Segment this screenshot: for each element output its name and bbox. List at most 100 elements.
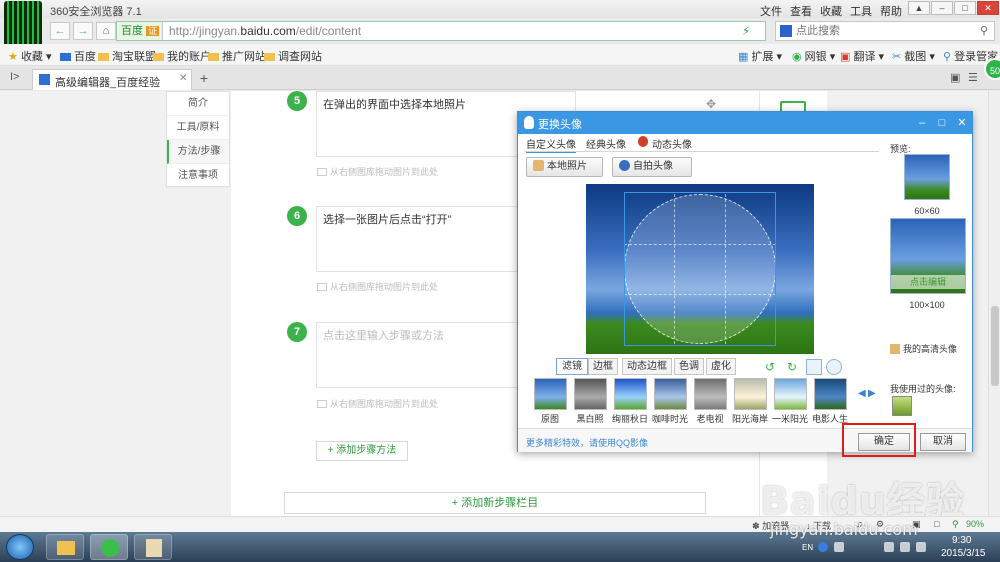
url-domain: baidu.com [240,24,296,38]
search-input[interactable] [796,23,976,39]
tab-blur[interactable]: 虚化 [706,358,736,375]
toolbar-extensions[interactable]: ▦ 扩展 ▾ [738,48,782,64]
add-step-method-button[interactable]: + 添加步骤方法 [316,441,408,461]
tab-border[interactable]: 边框 [588,358,618,375]
dialog-maximize-icon[interactable]: □ [934,115,950,131]
menu-file[interactable]: 文件 [760,3,782,19]
url-text[interactable]: http://jingyan.baidu.com/edit/content [169,24,361,38]
menu-view[interactable]: 查看 [790,3,812,19]
new-tab-button[interactable]: + [196,71,212,87]
accelerator-icon: ✽ [752,521,760,531]
scroll-right-icon[interactable]: ▶ [868,388,876,399]
dialog-minimize-icon[interactable]: – [914,115,930,131]
maximize-button[interactable]: □ [954,1,976,15]
bookmark-promo[interactable]: 推广网站 [208,48,266,64]
tab-filter[interactable]: 滤镜 [556,358,588,375]
add-step-section-button[interactable]: + 添加新步骤栏目 [284,492,706,514]
filter-thumb-autumn[interactable] [614,378,647,410]
taskbar-document[interactable] [134,534,172,560]
search-box[interactable]: ⚲ [775,21,995,41]
tab-animated-border[interactable]: 动态边框 [622,358,672,375]
menu-tools[interactable]: 工具 [850,3,872,19]
tab-close-icon[interactable]: ✕ [179,73,187,84]
hd-avatar-link[interactable]: 我的高清头像 [890,342,957,355]
click-edit-label[interactable]: 点击编辑 [891,275,965,289]
local-photo-button[interactable]: 本地照片 [526,157,603,177]
phone-icon[interactable] [884,542,894,552]
nav-notes[interactable]: 注意事项 [167,164,229,188]
taskbar-explorer[interactable] [46,534,84,560]
square-crop-icon[interactable] [806,359,822,375]
rotate-left-icon[interactable]: ↺ [762,359,778,375]
filter-thumb-oldtv[interactable] [694,378,727,410]
clock-date[interactable]: 2015/3/15 [941,548,986,559]
input-language[interactable]: EN [802,543,813,552]
cancel-button[interactable]: 取消 [920,433,966,451]
crop-selection-box[interactable] [624,192,776,346]
start-button[interactable] [6,534,34,560]
tab-editor[interactable]: 高级编辑器_百度经验 ✕ [32,69,192,90]
filter-thumb-sunlight[interactable] [774,378,807,410]
bookmark-survey[interactable]: 调查网站 [264,48,322,64]
filter-thumb-coffee[interactable] [654,378,687,410]
skin-icon[interactable]: ▲ [908,1,930,15]
move-icon[interactable]: ✥ [706,97,716,111]
forward-button[interactable]: → [73,22,93,40]
clock-time[interactable]: 9:30 [952,535,971,546]
selfie-button[interactable]: 自拍头像 [612,157,692,177]
window-icon[interactable]: □ [934,519,939,529]
nav-intro[interactable]: 简介 [167,92,229,116]
zoom-level[interactable]: 90% [966,519,984,529]
site-identity-badge[interactable]: 百度 证 [117,22,163,40]
toolbar-screenshot[interactable]: ✂ 截图 ▾ [892,48,935,64]
filter-thumb-sunny-coast[interactable] [734,378,767,410]
speed-badge[interactable]: 50 [984,58,1000,80]
bookmark-account[interactable]: 我的账户 [153,48,211,64]
more-effects-link[interactable]: 更多精彩特效，请使用QQ影像 [526,436,648,449]
home-button[interactable]: ⌂ [96,22,116,40]
bookmark-favorites[interactable]: ★ 收藏 ▾ [8,48,52,64]
scroll-left-icon[interactable]: ◀ [858,388,866,399]
tab-list-icon[interactable]: ☰ [968,71,978,84]
preview-large[interactable]: 点击编辑 [890,218,966,294]
photo-crop-area[interactable] [586,184,814,354]
used-avatar-thumb[interactable] [892,396,912,416]
bookmark-taobao[interactable]: 淘宝联盟 [98,48,156,64]
menu-favorites[interactable]: 收藏 [820,3,842,19]
keyboard-icon[interactable] [834,542,844,552]
minimize-button[interactable]: – [931,1,953,15]
close-button[interactable]: ✕ [977,1,999,15]
back-button[interactable]: ← [50,22,70,40]
address-bar[interactable]: 百度 证 http://jingyan.baidu.com/edit/conte… [116,21,766,41]
toolbar-ebank[interactable]: ◉ 网银 ▾ [792,48,835,64]
tab-tone[interactable]: 色调 [674,358,704,375]
rotate-right-icon[interactable]: ↻ [784,359,800,375]
menu-help[interactable]: 帮助 [880,3,902,19]
page-scrollbar[interactable] [988,91,1000,516]
taskbar-360-browser[interactable] [90,534,128,560]
dialog-close-icon[interactable]: ✕ [954,115,970,131]
filter-thumb-original[interactable] [534,378,567,410]
help-icon[interactable] [818,542,828,552]
restore-tabs-icon[interactable]: ▣ [950,71,960,84]
search-icon[interactable]: ⚲ [980,24,988,37]
tab-animated-avatar[interactable]: 动态头像 [652,136,692,151]
preview-small-size: 60×60 [914,206,940,216]
bookmark-baidu[interactable]: 百度 [60,48,96,64]
network-icon[interactable] [900,542,910,552]
sidebar-toggle-icon[interactable]: I> [10,71,19,83]
nav-tools[interactable]: 工具/原料 [167,116,229,140]
used-avatars-label: 我使用过的头像: [890,384,956,394]
filter-thumb-bw[interactable] [574,378,607,410]
nav-steps[interactable]: 方法/步骤 [167,140,229,164]
zoom-icon[interactable]: ⚲ [952,519,959,530]
accelerate-icon[interactable]: ⚡ [742,24,750,38]
toolbar-translate[interactable]: ▣ 翻译 ▾ [840,48,884,64]
scrollbar-thumb[interactable] [991,306,999,386]
filter-thumb-movie[interactable] [814,378,847,410]
dialog-title-bar[interactable]: 更换头像 – □ ✕ [518,112,972,134]
tab-classic-avatar[interactable]: 经典头像 [586,136,626,151]
search-engine-icon[interactable] [780,25,792,37]
circle-crop-icon[interactable] [826,359,842,375]
volume-icon[interactable] [916,542,926,552]
